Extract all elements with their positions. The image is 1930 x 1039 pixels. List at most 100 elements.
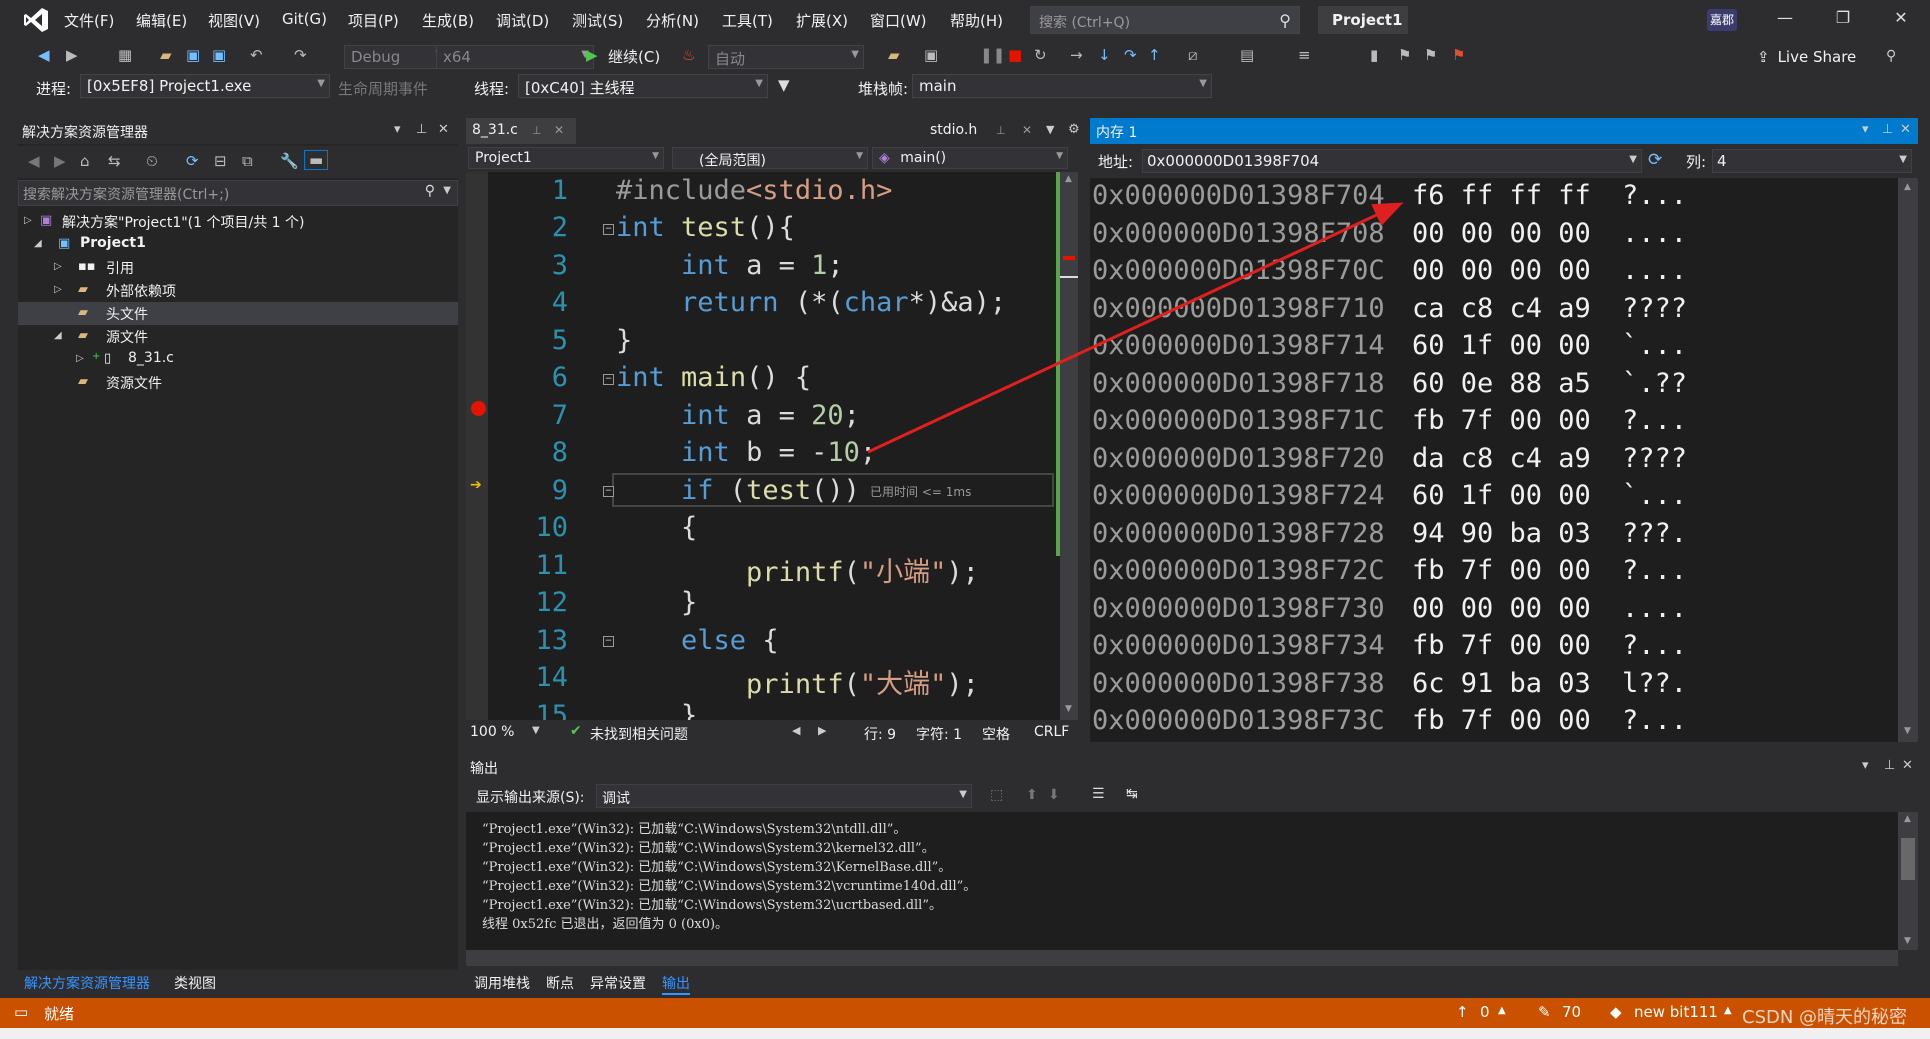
output-hscrollbar[interactable] (466, 950, 1898, 966)
memory-bytes[interactable]: da c8 c4 a9 (1412, 443, 1591, 474)
tree-external-deps[interactable]: ▷ ▰ 外部依赖项 (18, 279, 458, 302)
restart-icon[interactable]: ↻ (1034, 46, 1047, 64)
memory-row[interactable]: 0x000000D01398F738 6c 91 ba 03 l??. (1092, 668, 1687, 699)
pause-icon[interactable]: ❚❚ (980, 46, 1005, 64)
menu-git[interactable]: Git(G) (282, 10, 327, 28)
menu-project[interactable]: 项目(P) (348, 10, 399, 31)
undo-icon[interactable]: ↶ (250, 46, 263, 64)
memory-bytes[interactable]: 94 90 ba 03 (1412, 518, 1591, 549)
fold-toggle[interactable]: − (603, 636, 614, 647)
memory-bytes[interactable]: fb 7f 00 00 (1412, 555, 1591, 586)
restore-icon[interactable]: ❐ (1828, 8, 1858, 27)
scroll-down-icon[interactable]: ▼ (1904, 936, 1911, 946)
dropdown-icon[interactable]: ▾ (1862, 122, 1869, 137)
hot-reload-icon[interactable]: ♨ (682, 46, 695, 64)
memory-row[interactable]: 0x000000D01398F724 60 1f 00 00 `... (1092, 480, 1687, 511)
memory-address-input[interactable]: 0x000000D01398F704 ▼ (1142, 149, 1642, 173)
bookmark-icon[interactable]: ▮ (1370, 46, 1378, 64)
next-message-icon[interactable]: ⬇ (1048, 787, 1060, 803)
save-icon[interactable]: ▣ (186, 46, 200, 64)
memory-bytes[interactable]: 6c 91 ba 03 (1412, 668, 1591, 699)
chevron-down-icon[interactable]: ▼ (1046, 123, 1054, 136)
save-all-icon[interactable]: ▣ (212, 46, 226, 64)
columns-select[interactable]: 4 ▼ (1712, 149, 1912, 173)
memory-bytes[interactable]: fb 7f 00 00 (1412, 705, 1591, 736)
bookmark-next-icon[interactable]: ⚑ (1424, 46, 1437, 64)
pencil-icon[interactable]: ✎ (1538, 1003, 1551, 1021)
memory-bytes[interactable]: 60 0e 88 a5 (1412, 368, 1591, 399)
memory-row[interactable]: 0x000000D01398F734 fb 7f 00 00?... (1092, 630, 1687, 661)
chevron-up-icon[interactable]: ▲ (1498, 1005, 1506, 1016)
memory-row[interactable]: 0x000000D01398F720 da c8 c4 a9???? (1092, 443, 1687, 474)
memory-bytes[interactable]: 60 1f 00 00 (1412, 480, 1591, 511)
comment-icon[interactable]: ≡ (1298, 46, 1311, 64)
hex-display-icon[interactable]: ⧄ (1188, 46, 1198, 64)
memory-row[interactable]: 0x000000D01398F708 00 00 00 00.... (1092, 218, 1687, 249)
next-issue-icon[interactable]: ▶ (818, 724, 826, 737)
memory-row[interactable]: 0x000000D01398F72C fb 7f 00 00?... (1092, 555, 1687, 586)
gear-icon[interactable]: ⚙ (1068, 122, 1080, 137)
memory-bytes[interactable]: 00 00 00 00 (1412, 218, 1591, 249)
tab-stdio-h[interactable]: stdio.h (930, 122, 977, 138)
menu-tools[interactable]: 工具(T) (722, 10, 773, 31)
screenshot-icon[interactable]: ▣ (924, 46, 938, 64)
tree-source-files[interactable]: ◢ ▰ 源文件 (18, 325, 458, 348)
pending-changes-icon[interactable]: ⏲ (146, 152, 158, 170)
fold-toggle[interactable]: − (603, 224, 614, 235)
pin-icon[interactable]: ⊥ (1882, 122, 1893, 137)
stop-icon[interactable]: ■ (1008, 46, 1022, 64)
open-icon[interactable]: ▰ (160, 46, 172, 64)
memory-row[interactable]: 0x000000D01398F704 f6 ff ff ff?... (1092, 180, 1687, 211)
char-indicator[interactable]: 字符: 1 (916, 724, 962, 744)
minimize-icon[interactable]: — (1770, 8, 1800, 27)
menu-analyze[interactable]: 分析(N) (646, 10, 699, 31)
filter-icon[interactable]: ▼ (778, 76, 790, 94)
configuration-select[interactable]: Debug▼ (344, 45, 448, 69)
tree-resource-files[interactable]: ▰ 资源文件 (18, 371, 458, 394)
tab-breakpoints[interactable]: 断点 (546, 973, 574, 993)
nav-function-select[interactable]: ◈ main() ▼ (872, 147, 1068, 169)
nav-project-select[interactable]: Project1 ▼ (468, 147, 664, 169)
memory-scrollbar[interactable]: ▲ ▼ (1898, 178, 1918, 742)
visual-studio-logo[interactable] (22, 6, 50, 34)
memory-row[interactable]: 0x000000D01398F710 ca c8 c4 a9???? (1092, 293, 1687, 324)
tree-references[interactable]: ▷ ▪▪ 引用 (18, 256, 458, 279)
memory-row[interactable]: 0x000000D01398F728 94 90 ba 03???. (1092, 518, 1687, 549)
feedback-icon[interactable]: ⚲ (1886, 48, 1896, 64)
memory-row[interactable]: 0x000000D01398F718 60 0e 88 a5 `.?? (1092, 368, 1687, 399)
step-over-icon[interactable]: ↷ (1124, 46, 1137, 64)
memory-row[interactable]: 0x000000D01398F730 00 00 00 00.... (1092, 593, 1687, 624)
menu-build[interactable]: 生成(B) (422, 10, 474, 31)
issues-status[interactable]: 未找到相关问题 (590, 724, 688, 744)
search-input[interactable]: 搜索 (Ctrl+Q) ⚲ (1030, 6, 1300, 34)
menu-window[interactable]: 窗口(W) (870, 10, 927, 31)
memory-bytes[interactable]: 00 00 00 00 (1412, 255, 1591, 286)
breakpoint-toolbar-icon[interactable]: ▤ (1240, 46, 1254, 64)
memory-bytes[interactable]: fb 7f 00 00 (1412, 405, 1591, 436)
dropdown-icon[interactable]: ▾ (394, 122, 401, 137)
tab-output[interactable]: 输出 (662, 973, 690, 995)
close-icon[interactable]: ✕ (1900, 122, 1911, 137)
step-into-icon[interactable]: ↓ (1098, 46, 1111, 64)
solution-search-input[interactable]: 搜索解决方案资源管理器(Ctrl+;) ⚲ ▼ (18, 180, 458, 206)
menu-extensions[interactable]: 扩展(X) (796, 10, 848, 31)
scroll-thumb[interactable] (1901, 838, 1915, 880)
fold-toggle[interactable]: − (603, 374, 614, 385)
breakpoint-margin[interactable] (466, 172, 488, 720)
redo-icon[interactable]: ↷ (294, 46, 307, 64)
editor-scrollbar[interactable]: ▲ ▼ (1060, 172, 1078, 720)
sync-icon[interactable]: ⟳ (186, 152, 199, 170)
breakpoint-icon[interactable] (471, 401, 486, 416)
tab-831c[interactable]: 8_31.c ⊥ ✕ (466, 118, 576, 144)
close-icon[interactable]: ✕ (1022, 123, 1032, 137)
show-all-files-icon[interactable]: ⧉ (242, 152, 253, 170)
menu-file[interactable]: 文件(F) (64, 10, 114, 31)
thread-select[interactable]: [0xC40] 主线程 ▼ (518, 74, 768, 98)
output-source-select[interactable]: 调试 ▼ (596, 784, 972, 808)
prev-issue-icon[interactable]: ◀ (792, 724, 800, 737)
scroll-up-icon[interactable]: ▲ (1065, 174, 1072, 184)
forward-icon[interactable]: ▶ (66, 46, 78, 64)
chevron-right-icon[interactable]: ▷ (76, 353, 84, 364)
memory-bytes[interactable]: f6 ff ff ff (1412, 180, 1591, 211)
branch-icon[interactable]: ◆ (1610, 1003, 1622, 1021)
